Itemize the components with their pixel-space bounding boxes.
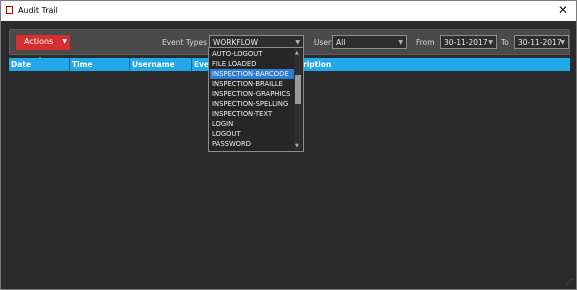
dropdown-item[interactable]: LOGOUT bbox=[210, 129, 296, 139]
to-label: To bbox=[501, 38, 509, 47]
dropdown-item[interactable]: INSPECTION-SPELLING bbox=[210, 99, 296, 109]
scroll-up-icon[interactable]: ▲ bbox=[295, 50, 299, 56]
dropdown-item[interactable]: PASSWORD bbox=[210, 139, 296, 149]
actions-button[interactable]: Actions ▼ bbox=[16, 35, 70, 50]
chevron-down-icon: ▼ bbox=[295, 39, 300, 46]
dropdown-item[interactable]: LOGIN bbox=[210, 119, 296, 129]
to-date-value: 30-11-2017 bbox=[518, 38, 562, 47]
dropdown-item[interactable]: AUTO-LOGOUT bbox=[210, 49, 296, 59]
from-date-value: 30-11-2017 bbox=[444, 38, 488, 47]
dropdown-item-highlighted[interactable]: INSPECTION-BARCODE bbox=[210, 69, 296, 79]
dropdown-item[interactable]: INSPECTION-BRAILLE bbox=[210, 79, 296, 89]
from-label: From bbox=[416, 38, 435, 47]
close-icon[interactable]: ✕ bbox=[558, 3, 568, 17]
app-icon bbox=[6, 6, 13, 14]
from-date-picker[interactable]: 30-11-2017 ▼ bbox=[440, 35, 497, 49]
chevron-down-icon: ▼ bbox=[398, 39, 403, 46]
dropdown-item[interactable]: INSPECTION-TEXT bbox=[210, 109, 296, 119]
column-header-event[interactable]: Even bbox=[191, 58, 214, 71]
event-types-value: WORKFLOW bbox=[213, 38, 258, 47]
user-label: User bbox=[314, 38, 332, 47]
dropdown-item[interactable]: FILE LOADED bbox=[210, 59, 296, 69]
event-types-label: Event Types bbox=[162, 38, 208, 47]
to-date-picker[interactable]: 30-11-2017 ▼ bbox=[514, 35, 569, 49]
audit-trail-window: Audit Trail ✕ Actions ▼ Event Types WORK… bbox=[0, 0, 577, 290]
chevron-down-icon: ▼ bbox=[488, 39, 493, 46]
column-header-date[interactable]: Date bbox=[9, 58, 69, 71]
dropdown-scrollbar[interactable]: ▲ ▼ bbox=[294, 49, 302, 150]
dropdown-item[interactable]: INSPECTION-GRAPHICS bbox=[210, 89, 296, 99]
scrollbar-thumb[interactable] bbox=[295, 75, 301, 104]
column-header-description[interactable]: ription bbox=[301, 58, 570, 71]
scroll-down-icon[interactable]: ▼ bbox=[295, 143, 299, 149]
actions-button-label: Actions bbox=[24, 37, 54, 46]
user-value: All bbox=[336, 38, 346, 47]
user-select[interactable]: All ▼ bbox=[332, 35, 407, 49]
column-header-username[interactable]: Username bbox=[129, 58, 191, 71]
window-title: Audit Trail bbox=[18, 6, 58, 15]
chevron-down-icon: ▼ bbox=[62, 38, 67, 45]
column-header-time[interactable]: Time bbox=[69, 58, 129, 71]
event-types-dropdown-list[interactable]: AUTO-LOGOUT FILE LOADED INSPECTION-BARCO… bbox=[208, 47, 304, 152]
title-bar: Audit Trail ✕ bbox=[1, 1, 576, 21]
resize-grip-icon[interactable]: ⋰ bbox=[566, 278, 573, 286]
chevron-down-icon: ▼ bbox=[560, 39, 565, 46]
